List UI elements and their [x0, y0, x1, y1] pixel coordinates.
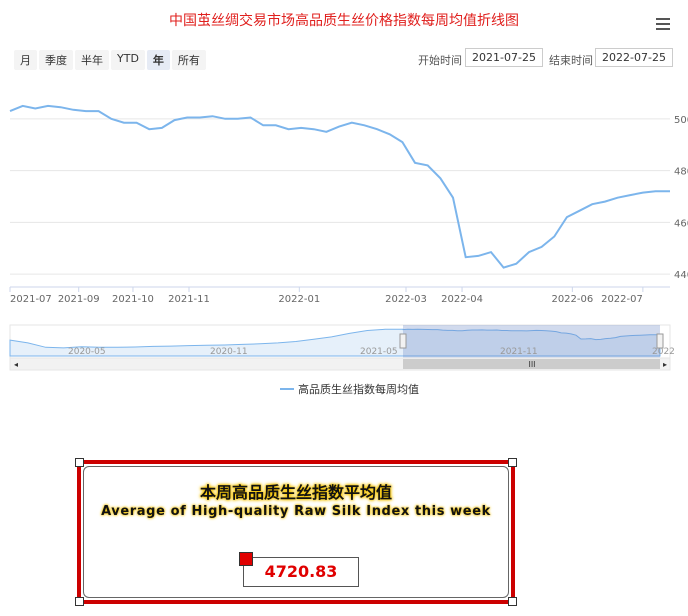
panel-title-cn: 本周高品质生丝指数平均值	[199, 483, 392, 502]
navigator-label: 2022	[652, 347, 675, 357]
navigator-right-handle[interactable]	[656, 333, 664, 349]
scroll-left-arrow-icon[interactable]: ◂	[14, 360, 18, 369]
y-tick-label: 5000	[674, 115, 688, 126]
x-axis-ticks: 2021-07 2021-09 2021-10 2021-11 2022-01 2022-…	[9, 287, 644, 305]
value-marker-icon	[239, 552, 253, 566]
x-tick-label: 2021-10	[112, 294, 154, 305]
x-tick-label: 2022-01	[278, 294, 320, 305]
panel-corner	[75, 458, 84, 467]
weekly-average-value: 4720.83	[243, 557, 359, 587]
panel-corner	[508, 458, 517, 467]
navigator-label: 2021-05	[360, 347, 398, 357]
navigator[interactable]: 2020-05 2020-11 2021-05 2021-11 2022	[9, 324, 675, 359]
x-tick-label: 2021-11	[168, 294, 210, 305]
navigator-label: 2021-11	[500, 347, 538, 357]
svg-text:III: III	[528, 360, 535, 369]
x-tick-label: 2022-04	[441, 294, 483, 305]
panel-title-en: Average of High-quality Raw Silk Index t…	[101, 504, 491, 519]
x-tick-label: 2021-09	[58, 294, 100, 305]
navigator-label: 2020-05	[68, 347, 106, 357]
legend[interactable]: 高品质生丝指数每周均值	[280, 382, 419, 396]
y-tick-label: 4600	[674, 218, 688, 229]
y-tick-label: 4400	[674, 270, 688, 281]
navigator-label: 2020-11	[210, 347, 248, 357]
series-line	[9, 104, 670, 269]
scrollbar[interactable]: III ◂ ▸	[9, 357, 671, 371]
x-tick-label: 2022-06	[551, 294, 593, 305]
x-tick-label: 2022-07	[601, 294, 643, 305]
y-axis-ticks: 4400 4600 4800 5000	[674, 115, 688, 281]
navigator-left-handle[interactable]	[399, 333, 407, 349]
grid-lines	[10, 118, 670, 288]
weekly-average-panel: 本周高品质生丝指数平均值 Average of High-quality Raw…	[75, 458, 517, 606]
panel-corner	[508, 597, 517, 606]
legend-item-label[interactable]: 高品质生丝指数每周均值	[298, 382, 419, 396]
line-chart: 4400460048005000 2021-072021-092021-1020…	[9, 104, 688, 396]
panel-corner	[75, 597, 84, 606]
x-tick-label: 2021-07	[10, 294, 52, 305]
x-tick-label: 2022-03	[385, 294, 427, 305]
scroll-right-arrow-icon[interactable]: ▸	[663, 360, 667, 369]
y-tick-label: 4800	[674, 167, 688, 178]
